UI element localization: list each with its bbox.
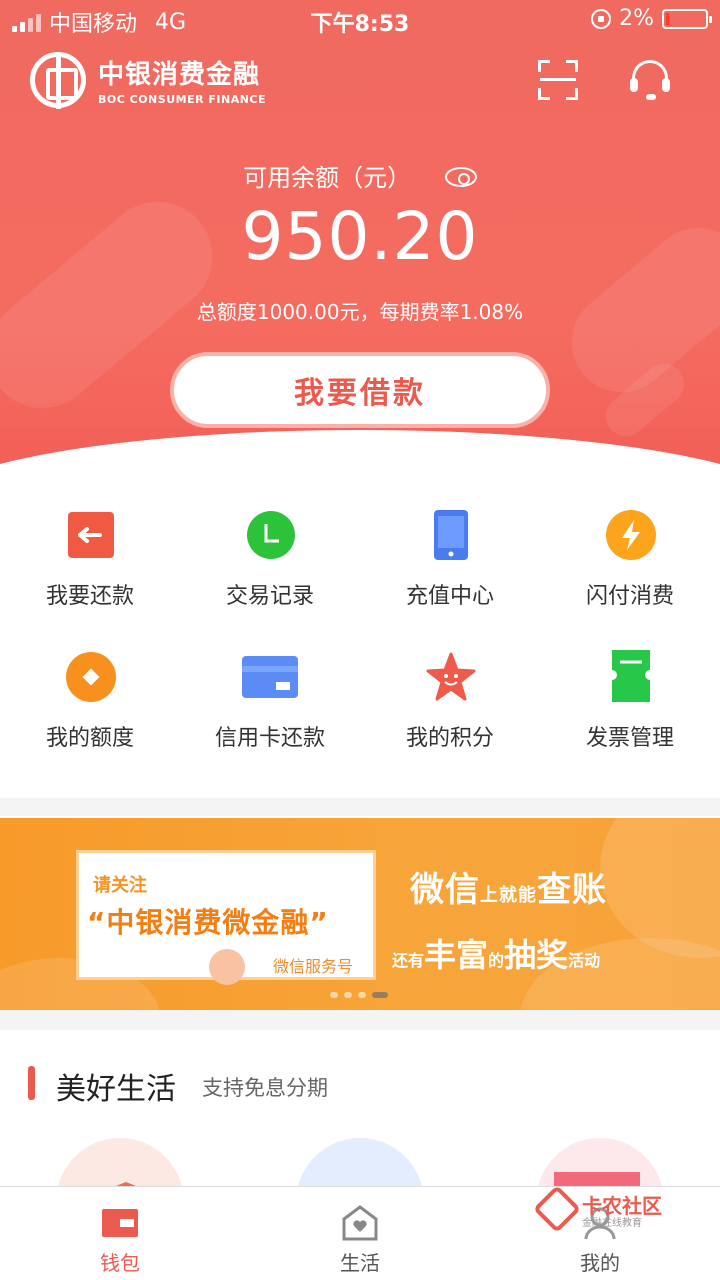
- grid-label: 闪付消费: [585, 584, 674, 609]
- watermark-tagline: 金融在线教育: [582, 1218, 642, 1229]
- grid-label: 信用卡还款: [214, 726, 325, 751]
- phone-icon: [434, 510, 468, 560]
- grid-item-points[interactable]: 我的积分: [360, 632, 540, 762]
- grid-item-invoice[interactable]: 发票管理: [540, 632, 720, 762]
- available-balance-amount: 950.20: [241, 198, 479, 275]
- borrow-button[interactable]: 我要借款: [170, 352, 550, 428]
- battery-percent: 2%: [619, 6, 654, 31]
- grid-label: 发票管理: [585, 726, 674, 751]
- life-home-icon: [342, 1205, 378, 1241]
- banner-subline: 还有丰富的抽奖活动: [392, 936, 601, 974]
- grid-item-transactions[interactable]: 交易记录: [180, 490, 360, 620]
- carousel-dot[interactable]: [330, 992, 338, 998]
- tab-wallet[interactable]: 钱包: [0, 1187, 240, 1280]
- tab-life[interactable]: 生活: [240, 1187, 480, 1280]
- status-bar: 中国移动 4G 下午8:53 2%: [0, 0, 720, 40]
- section-title: 美好生活: [56, 1072, 176, 1107]
- customer-service-icon[interactable]: [628, 58, 672, 102]
- grid-item-repay[interactable]: 我要还款: [0, 490, 180, 620]
- credit-quota-info: 总额度1000.00元，每期费率1.08%: [196, 300, 524, 324]
- divider: [0, 1010, 720, 1030]
- banner-account-name: “中银消费微金融”: [87, 906, 329, 939]
- brand-name: 中银消费金融: [98, 60, 261, 90]
- function-grid: 我要还款 交易记录 充值中心 闪付消费 我的额度 信用卡还款 我的积分 发票管理: [0, 490, 720, 790]
- carousel-dot-active[interactable]: [372, 992, 388, 998]
- wallet-icon: [102, 1209, 138, 1237]
- brand-logo: 中银消费金融 BOC CONSUMER FINANCE: [30, 52, 267, 109]
- banner-notice: 请关注: [93, 875, 147, 896]
- eye-icon[interactable]: [444, 167, 477, 187]
- banner-headline: 微信上就能查账: [410, 870, 607, 910]
- section-accent-bar: [28, 1066, 35, 1100]
- grid-item-creditcard[interactable]: 信用卡还款: [180, 632, 360, 762]
- grid-item-quickpay[interactable]: 闪付消费: [540, 490, 720, 620]
- brand-name-en: BOC CONSUMER FINANCE: [98, 93, 267, 106]
- watermark: 卡农社区 金融在线教育: [532, 1184, 670, 1234]
- battery-icon: [662, 8, 712, 29]
- tab-label: 我的: [580, 1251, 620, 1275]
- banner-service-label: 微信服务号: [272, 957, 353, 976]
- balance-header: 中国移动 4G 下午8:53 2% 中银消费金融 BOC CONSUMER FI…: [0, 0, 720, 470]
- ticket-icon: [612, 650, 650, 702]
- grid-label: 我的积分: [405, 726, 494, 751]
- available-balance-label: 可用余额（元）: [0, 158, 720, 193]
- decor-circle: [209, 949, 245, 985]
- grid-label: 充值中心: [405, 584, 494, 609]
- carousel-indicator[interactable]: [330, 992, 388, 998]
- carousel-dot[interactable]: [358, 992, 366, 998]
- section-subtitle: 支持免息分期: [202, 1076, 328, 1100]
- diamond-coin-icon: [66, 652, 116, 702]
- scan-icon[interactable]: [536, 58, 580, 102]
- promo-banner[interactable]: 请关注 “中银消费微金融” 微信服务号: [0, 818, 720, 1010]
- carousel-dot[interactable]: [344, 992, 352, 998]
- app-screen: 中国移动 4G 下午8:53 2% 中银消费金融 BOC CONSUMER FI…: [0, 0, 720, 1280]
- good-life-section: 美好生活 支持免息分期: [0, 1030, 720, 1266]
- star-icon: [426, 652, 476, 701]
- credit-card-icon: [242, 656, 298, 698]
- repay-arrow-icon: [68, 512, 114, 558]
- grid-label: 我要还款: [45, 584, 134, 609]
- tab-label: 钱包: [100, 1251, 140, 1275]
- rotation-lock-icon: [591, 8, 612, 29]
- boc-logo-icon: [30, 52, 86, 109]
- lightning-icon: [606, 510, 656, 560]
- grid-label: 我的额度: [45, 726, 134, 751]
- watermark-logo-icon: [532, 1184, 582, 1234]
- grid-label: 交易记录: [225, 584, 314, 609]
- banner-card: 请关注 “中银消费微金融” 微信服务号: [76, 850, 376, 985]
- grid-item-quota[interactable]: 我的额度: [0, 632, 180, 762]
- divider: [0, 798, 720, 816]
- clock-icon: [247, 511, 295, 559]
- tab-label: 生活: [340, 1251, 380, 1275]
- grid-item-recharge[interactable]: 充值中心: [360, 490, 540, 620]
